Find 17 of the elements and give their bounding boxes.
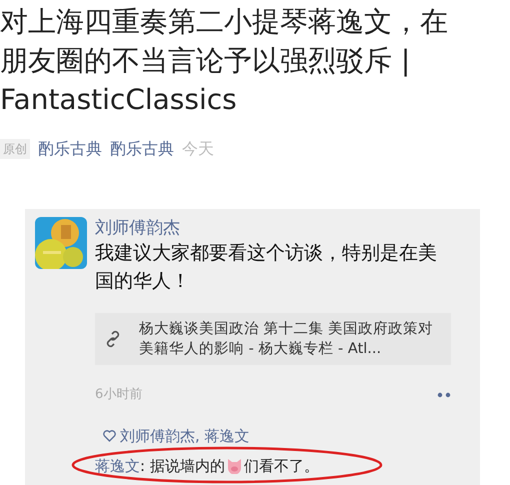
link-title: 杨大巍谈美国政治 第十二集 美国政府政策对美籍华人的影响 - 杨大巍专栏 - Atl... — [139, 320, 434, 359]
post-text: 我建议大家都要看这个访谈，特别是在美国的华人！ — [95, 241, 438, 294]
article-title: 对上海四重奏第二小提琴蒋逸文，在朋友圈的不当言论予以强烈驳斥 | FantasticClassics — [0, 4, 449, 118]
post-time: 6小时前 — [95, 386, 142, 404]
comment-text: : 据说墙内的 — [140, 456, 225, 477]
pig-icon — [226, 458, 243, 474]
account-link[interactable]: 酌乐古典 — [110, 137, 174, 161]
original-tag: 原创 — [0, 139, 30, 159]
heart-icon — [103, 430, 116, 442]
comment-author[interactable]: 蒋逸文 — [95, 455, 140, 478]
author-link[interactable]: 酌乐古典 — [38, 137, 102, 161]
poster-name[interactable]: 刘师傅韵杰 — [95, 217, 451, 239]
publish-date: 今天 — [182, 138, 214, 160]
more-icon[interactable] — [437, 392, 451, 398]
link-card[interactable]: 杨大巍谈美国政治 第十二集 美国政府政策对美籍华人的影响 - 杨大巍专栏 - Atl... — [95, 313, 451, 365]
likes-names[interactable]: 刘师傅韵杰, 蒋逸文 — [120, 424, 250, 447]
comment-text: 们看不了。 — [244, 456, 319, 477]
